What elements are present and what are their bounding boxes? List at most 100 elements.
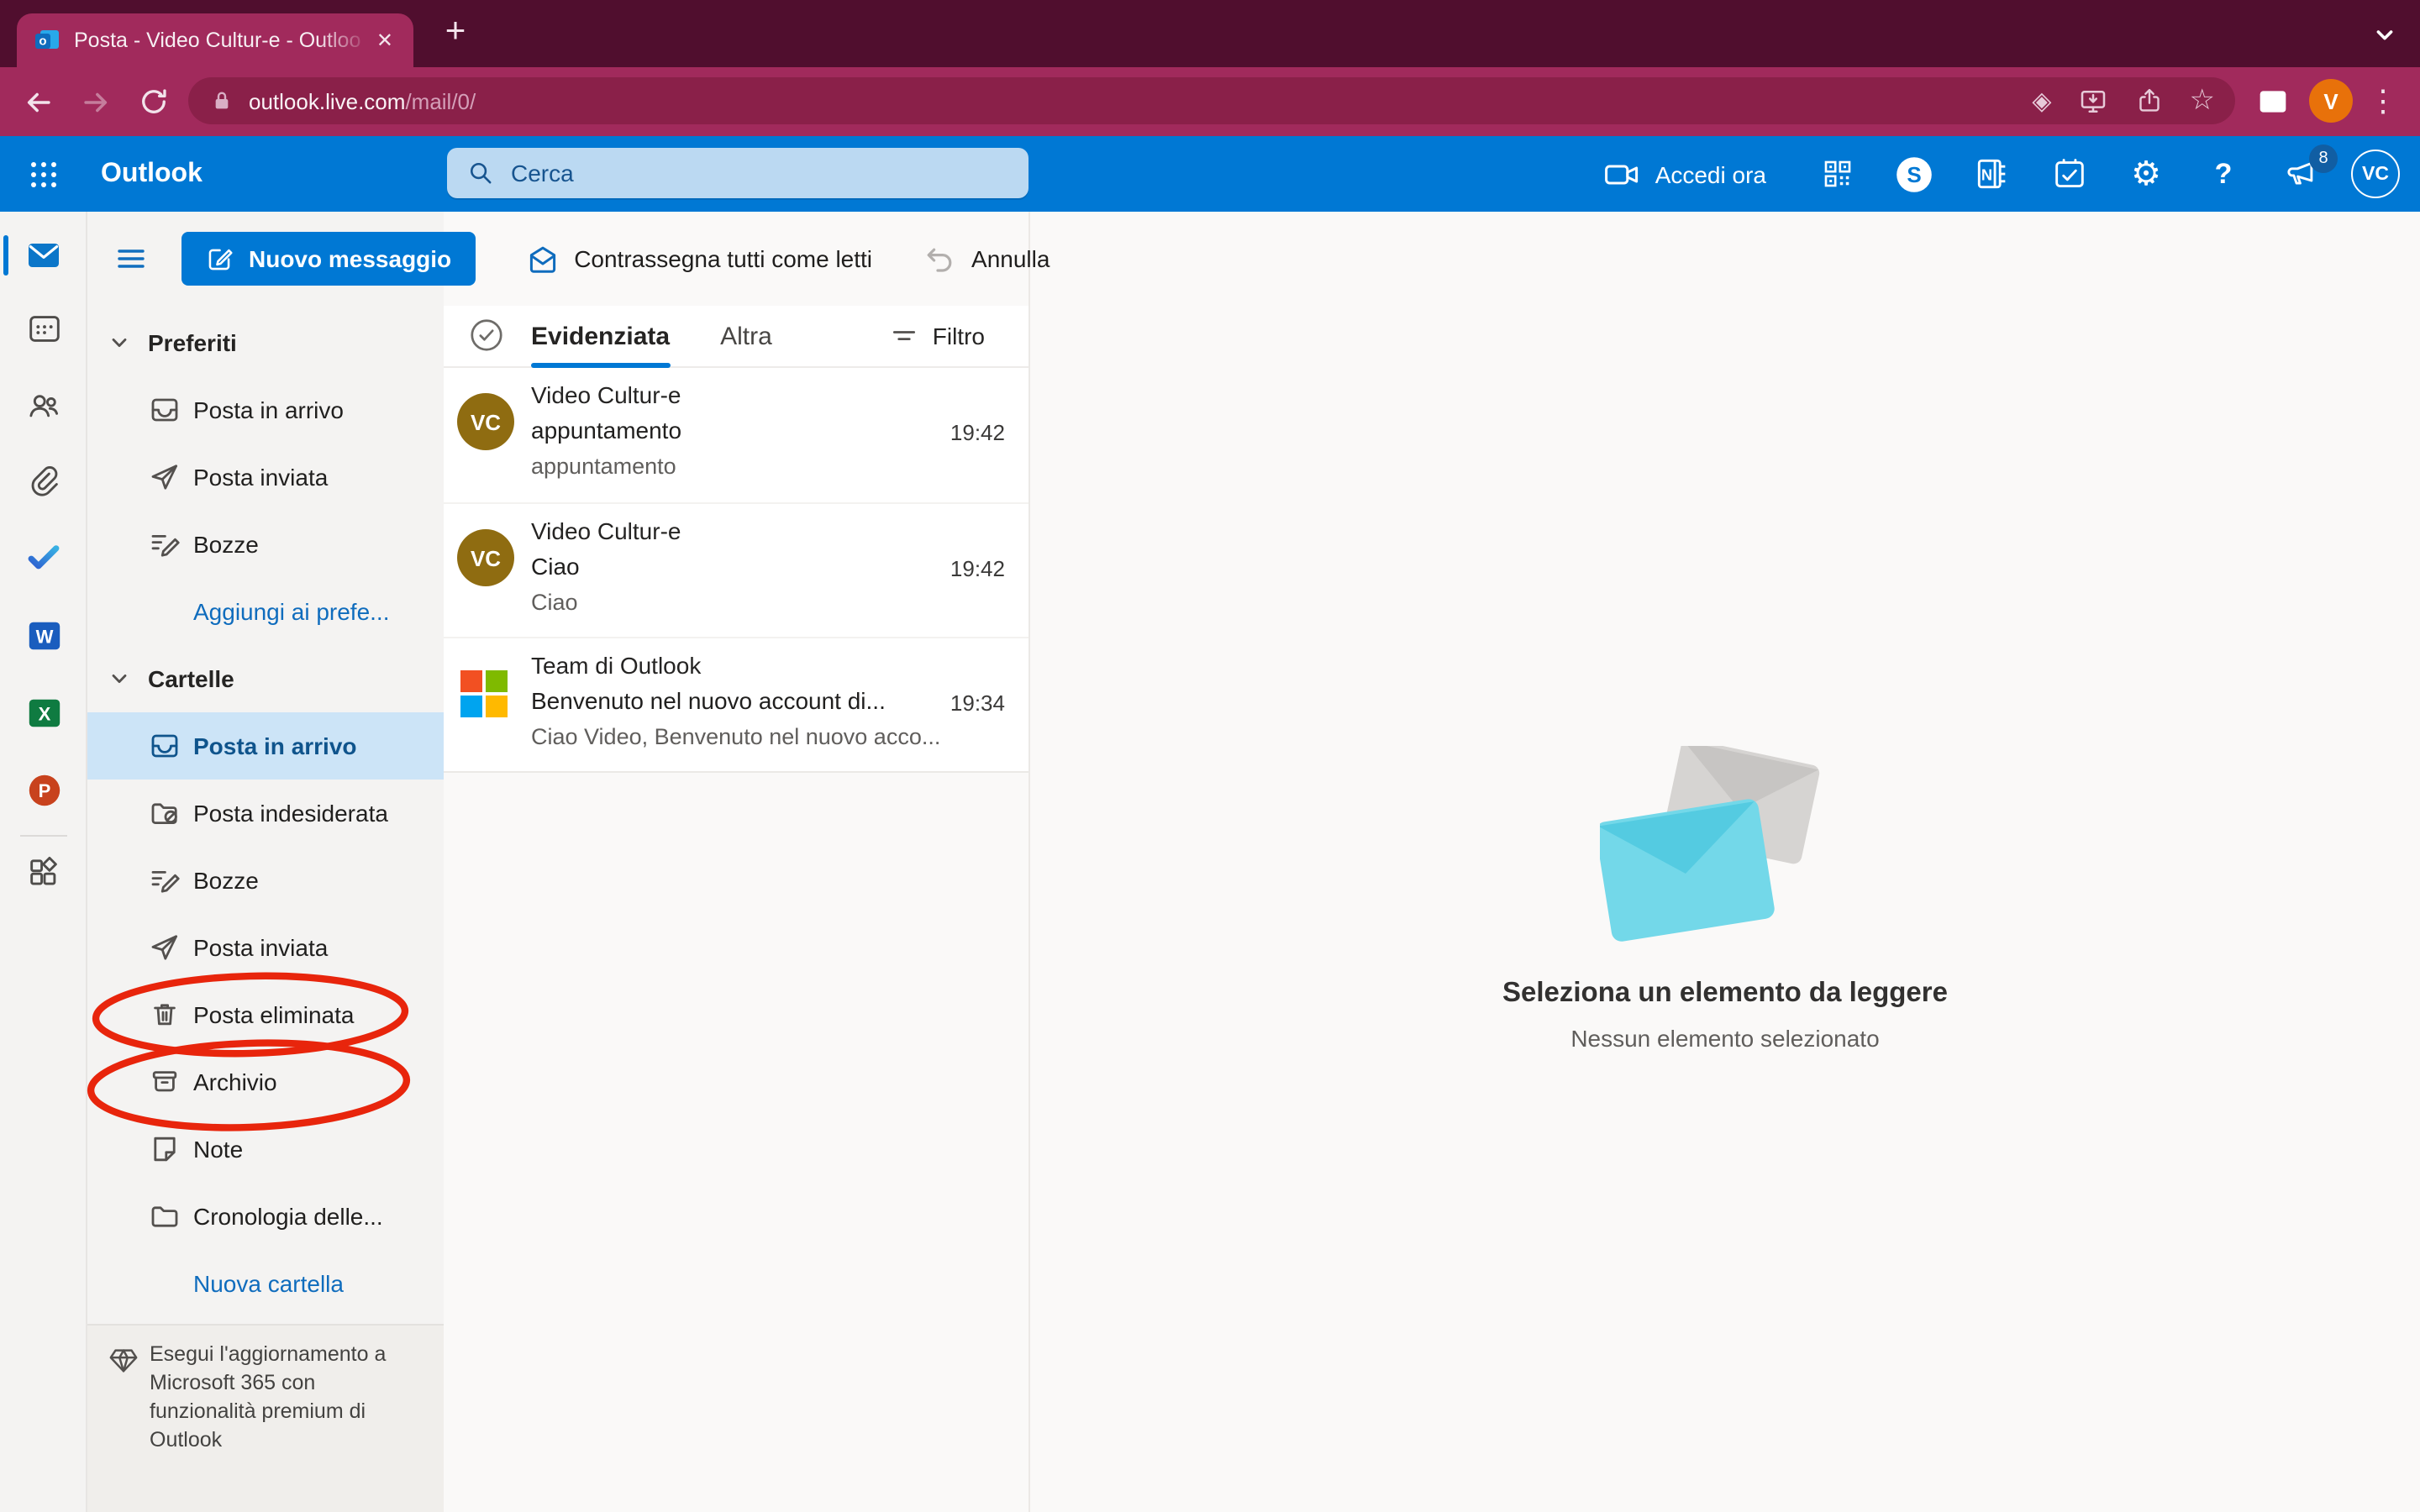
whats-new-icon[interactable]: 8 bbox=[2274, 136, 2338, 212]
folder-item-cronologia-delle[interactable]: Cronologia delle... bbox=[87, 1183, 444, 1250]
message-row-1[interactable]: VC Video Cultur-e appuntamento appuntame… bbox=[444, 368, 1028, 502]
undo-icon bbox=[927, 248, 952, 272]
folder-item-posta-inviata[interactable]: Posta inviata bbox=[87, 444, 444, 511]
folder-section-label: Preferiti bbox=[148, 329, 237, 356]
microsoft-logo bbox=[460, 670, 511, 721]
cyan-envelope bbox=[1599, 799, 1774, 942]
inbox-icon bbox=[148, 729, 182, 763]
reload-icon[interactable] bbox=[128, 76, 178, 127]
folder-item-label: Posta inviata bbox=[193, 464, 329, 491]
folder-item-label: Posta in arrivo bbox=[193, 732, 357, 759]
command-bar: Nuovo messaggio Contrassegna tutti come … bbox=[87, 212, 2420, 306]
rail-attachments-icon[interactable] bbox=[0, 449, 87, 516]
archive-icon bbox=[148, 1065, 182, 1099]
inbox-icon bbox=[148, 393, 182, 427]
browser-profile-avatar[interactable]: V bbox=[2309, 79, 2353, 123]
tab-other[interactable]: Altra bbox=[720, 322, 772, 350]
lock-icon bbox=[208, 87, 235, 114]
upgrade-text: Esegui l'aggiornamento a Microsoft 365 c… bbox=[150, 1342, 387, 1452]
drafts-icon bbox=[148, 528, 182, 561]
bookmark-star-icon[interactable]: ☆ bbox=[2190, 84, 2216, 118]
message-row-3[interactable]: Team di Outlook Benvenuto nel nuovo acco… bbox=[444, 637, 1028, 771]
empty-state-illustration bbox=[1599, 746, 1851, 944]
rail-more-apps-icon[interactable] bbox=[0, 838, 87, 906]
mark-all-read-button[interactable]: Contrassegna tutti come letti bbox=[525, 242, 872, 276]
folder-section-cartelle[interactable]: Cartelle bbox=[87, 645, 444, 712]
tabstrip-chevron-icon[interactable] bbox=[2373, 24, 2396, 47]
folder-item-label: Bozze bbox=[193, 867, 259, 894]
account-avatar[interactable]: VC bbox=[2351, 150, 2400, 198]
folder-item-archivio[interactable]: Archivio bbox=[87, 1048, 444, 1116]
tab-close-icon[interactable]: ✕ bbox=[370, 25, 400, 55]
new-folder-link[interactable]: Nuova cartella bbox=[87, 1250, 444, 1317]
message-subject: Benvenuto nel nuovo account di... bbox=[531, 687, 884, 714]
back-icon[interactable] bbox=[13, 76, 64, 127]
extensions-icon[interactable]: ◈ bbox=[2032, 86, 2051, 116]
folder-item-bozze[interactable]: Bozze bbox=[87, 511, 444, 578]
note-icon bbox=[148, 1132, 182, 1166]
message-rows: VC Video Cultur-e appuntamento appuntame… bbox=[444, 368, 1028, 771]
hamburger-menu-icon[interactable] bbox=[103, 230, 160, 287]
settings-gear-icon[interactable]: ⚙ bbox=[2119, 136, 2173, 212]
forward-icon[interactable] bbox=[71, 76, 121, 127]
new-message-button[interactable]: Nuovo messaggio bbox=[182, 232, 476, 286]
folder-section-preferiti[interactable]: Preferiti bbox=[87, 309, 444, 376]
select-all-icon[interactable] bbox=[469, 318, 504, 353]
app-title: Outlook bbox=[101, 159, 203, 187]
new-tab-button[interactable]: + bbox=[434, 10, 477, 54]
sign-in-link[interactable]: Accedi ora bbox=[1655, 160, 1766, 187]
folder-item-label: Posta eliminata bbox=[193, 1001, 355, 1028]
folder-item-posta-in-arrivo[interactable]: Posta in arrivo bbox=[87, 376, 444, 444]
folder-item-note[interactable]: Note bbox=[87, 1116, 444, 1183]
rail-powerpoint-icon[interactable]: P bbox=[0, 756, 87, 823]
premium-diamond-icon bbox=[108, 1344, 139, 1376]
meet-now-icon[interactable] bbox=[1595, 136, 1649, 212]
svg-text:X: X bbox=[38, 703, 50, 724]
folder-item-posta-indesiderata[interactable]: Posta indesiderata bbox=[87, 780, 444, 847]
message-row-2[interactable]: VC Video Cultur-e Ciao Ciao 19:42 bbox=[444, 502, 1028, 637]
browser-tab[interactable]: o Posta - Video Cultur-e - Outloo ✕ bbox=[17, 13, 413, 67]
chevron-down-icon[interactable] bbox=[109, 669, 129, 689]
upgrade-banner[interactable]: Esegui l'aggiornamento a Microsoft 365 c… bbox=[87, 1324, 444, 1512]
share-icon[interactable] bbox=[2134, 86, 2165, 116]
side-panel-icon[interactable] bbox=[2254, 82, 2292, 121]
sender-avatar: VC bbox=[457, 529, 514, 586]
folder-item-posta-in-arrivo[interactable]: Posta in arrivo bbox=[87, 712, 444, 780]
message-preview: Ciao bbox=[531, 590, 578, 615]
folder-item-posta-eliminata[interactable]: Posta eliminata bbox=[87, 981, 444, 1048]
search-placeholder: Cerca bbox=[511, 160, 574, 186]
rail-people-icon[interactable] bbox=[0, 371, 87, 438]
search-input[interactable]: Cerca bbox=[447, 148, 1028, 198]
tab-focused[interactable]: Evidenziata bbox=[531, 306, 671, 368]
undo-button[interactable]: Annulla bbox=[923, 242, 1050, 276]
message-time: 19:42 bbox=[950, 556, 1005, 581]
message-sender: Video Cultur-e bbox=[531, 381, 681, 408]
message-list-header: Evidenziata Altra Filtro bbox=[444, 306, 1028, 368]
filter-button[interactable]: Filtro bbox=[889, 306, 985, 366]
skype-icon[interactable]: S bbox=[1887, 136, 1941, 212]
install-app-icon[interactable] bbox=[2077, 85, 2109, 117]
folder-item-posta-inviata[interactable]: Posta inviata bbox=[87, 914, 444, 981]
filter-icon bbox=[892, 331, 915, 340]
outlook-header: Outlook Cerca Accedi ora S N ⚙ ? 8 VC bbox=[0, 136, 2420, 212]
my-day-icon[interactable] bbox=[2042, 136, 2096, 212]
app-rail: W X P bbox=[0, 212, 87, 1512]
rail-word-icon[interactable]: W bbox=[0, 601, 87, 669]
rail-calendar-icon[interactable] bbox=[0, 294, 87, 361]
rail-excel-icon[interactable]: X bbox=[0, 679, 87, 746]
message-subject: appuntamento bbox=[531, 417, 682, 444]
help-icon[interactable]: ? bbox=[2196, 136, 2250, 212]
sender-avatar: VC bbox=[457, 393, 514, 450]
rail-mail-icon[interactable] bbox=[0, 222, 87, 289]
add-favorite-link[interactable]: Aggiungi ai prefe... bbox=[87, 578, 444, 645]
chevron-down-icon[interactable] bbox=[109, 333, 129, 353]
empty-state-subtitle: Nessun elemento selezionato bbox=[1570, 1025, 1880, 1052]
folder-item-bozze[interactable]: Bozze bbox=[87, 847, 444, 914]
rail-todo-icon[interactable] bbox=[0, 524, 87, 591]
app-launcher-icon[interactable] bbox=[0, 136, 87, 212]
junk-icon bbox=[148, 796, 182, 830]
browser-menu-icon[interactable]: ⋮ bbox=[2363, 74, 2403, 128]
address-bar[interactable]: outlook.live.com/mail/0/ ◈ ☆ bbox=[188, 77, 2235, 124]
qr-code-icon[interactable] bbox=[1810, 136, 1864, 212]
onenote-icon[interactable]: N bbox=[1965, 136, 2018, 212]
